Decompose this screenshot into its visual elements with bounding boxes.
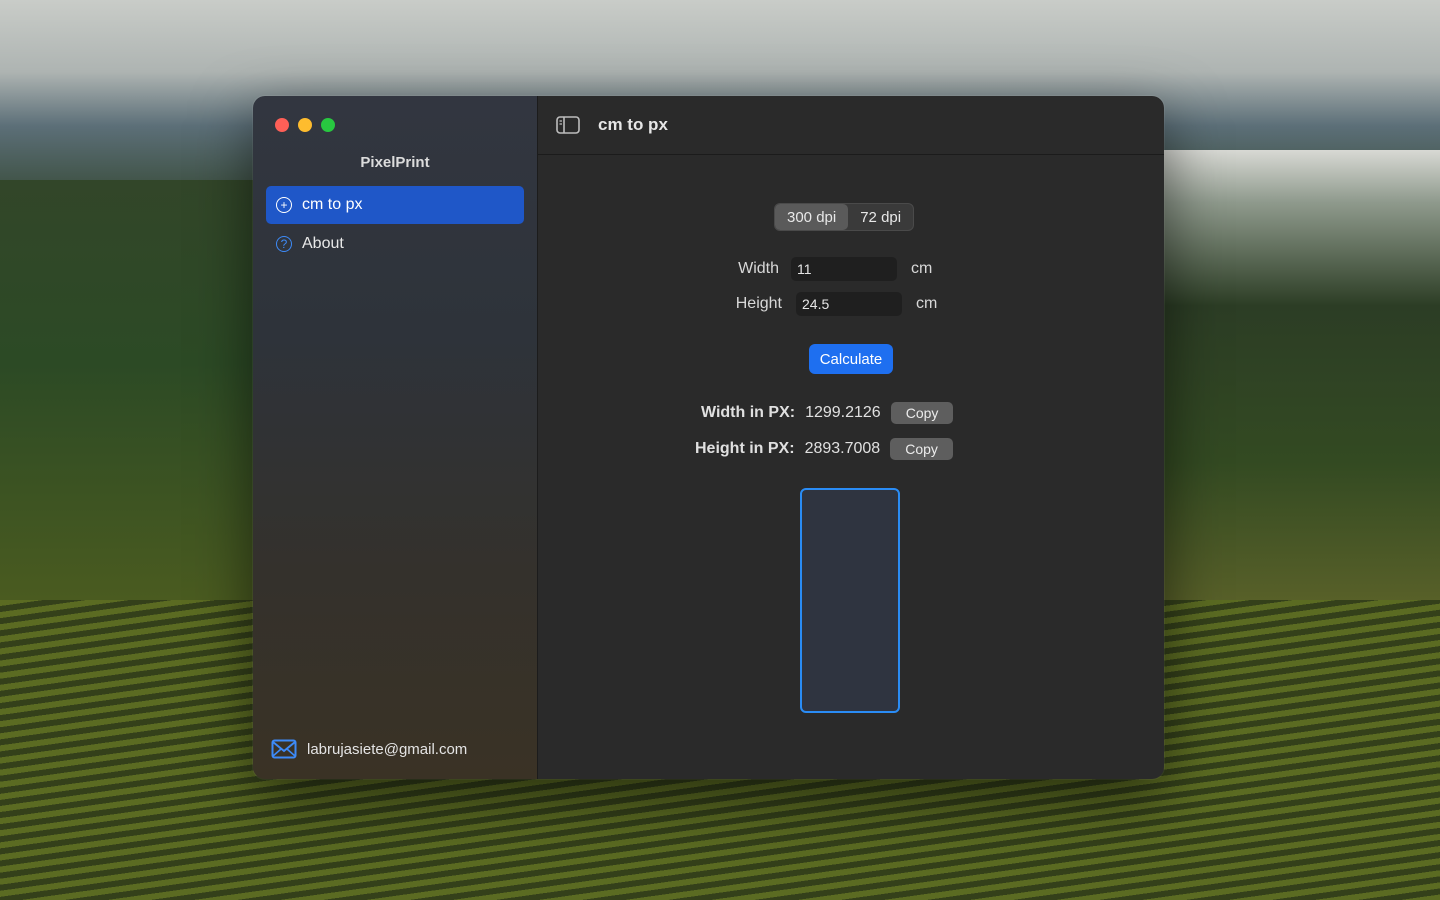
width-label: Width	[738, 260, 779, 277]
app-title: PixelPrint	[360, 154, 430, 171]
sidebar-toggle-icon[interactable]	[556, 115, 580, 135]
envelope-icon	[271, 739, 297, 759]
close-button[interactable]	[275, 118, 289, 132]
dpi-option-72[interactable]: 72 dpi	[848, 204, 913, 230]
height-result-row: Height in PX: 2893.7008 Copy	[695, 438, 953, 460]
contact-email[interactable]: labrujasiete@gmail.com	[271, 739, 467, 759]
window-controls	[275, 118, 335, 132]
height-row: Height cm	[722, 292, 937, 316]
width-field[interactable]	[791, 257, 897, 281]
height-result-value: 2893.7008	[804, 440, 881, 457]
minimize-button[interactable]	[298, 118, 312, 132]
width-unit: cm	[911, 260, 933, 277]
calculate-button[interactable]: Calculate	[809, 344, 893, 374]
page-title: cm to px	[598, 115, 668, 134]
wallpaper-forest-left	[0, 180, 260, 640]
aspect-preview	[800, 488, 900, 713]
main-content: cm to px 300 dpi 72 dpi Width cm Height …	[538, 96, 1164, 779]
sidebar: PixelPrint + cm to px ? About labrujasie…	[253, 96, 538, 779]
email-address: labrujasiete@gmail.com	[307, 740, 468, 758]
copy-height-button[interactable]: Copy	[890, 438, 953, 460]
copy-width-button[interactable]: Copy	[890, 402, 954, 424]
sidebar-item-label: About	[302, 235, 344, 252]
toolbar: cm to px	[538, 96, 1164, 155]
wallpaper-forest-right	[1160, 150, 1440, 670]
sidebar-item-about[interactable]: ? About	[266, 225, 524, 263]
sidebar-nav: + cm to px ? About	[266, 186, 524, 264]
zoom-button[interactable]	[321, 118, 335, 132]
dpi-segmented-control[interactable]: 300 dpi 72 dpi	[774, 203, 915, 231]
width-result-label: Width in PX:	[701, 404, 796, 421]
app-window: PixelPrint + cm to px ? About labrujasie…	[253, 96, 1164, 779]
sidebar-item-label: cm to px	[302, 196, 363, 213]
height-unit: cm	[916, 295, 938, 312]
sidebar-item-cm-to-px[interactable]: + cm to px	[266, 186, 524, 224]
question-circle-icon: ?	[276, 236, 292, 252]
width-result-value: 1299.2126	[805, 404, 881, 421]
width-row: Width cm	[719, 257, 932, 281]
plus-circle-icon: +	[276, 197, 292, 213]
height-field[interactable]	[796, 292, 902, 316]
height-result-label: Height in PX:	[695, 440, 795, 457]
dpi-option-300[interactable]: 300 dpi	[775, 204, 849, 230]
height-label: Height	[735, 295, 782, 312]
width-result-row: Width in PX: 1299.2126 Copy	[701, 402, 954, 424]
